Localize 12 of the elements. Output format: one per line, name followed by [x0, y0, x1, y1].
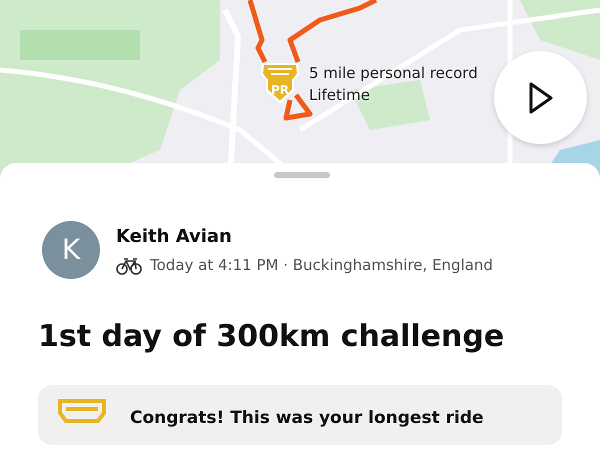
bicycle-icon — [116, 256, 142, 274]
record-title: 5 mile personal record — [309, 63, 478, 84]
play-icon — [528, 80, 554, 114]
activity-title: 1st day of 300km challenge — [38, 319, 506, 355]
drag-handle[interactable] — [274, 172, 330, 178]
avatar: K — [42, 221, 100, 279]
record-subtitle: Lifetime — [309, 85, 371, 106]
athlete-name: Keith Avian — [116, 225, 233, 250]
achievement-text: Congrats! This was your longest ride — [130, 407, 484, 429]
trophy-badge-icon — [58, 399, 106, 423]
trophy-badge-icon: PR — [260, 60, 300, 104]
activity-meta: Today at 4:11 PM · Buckinghamshire, England — [150, 255, 493, 276]
